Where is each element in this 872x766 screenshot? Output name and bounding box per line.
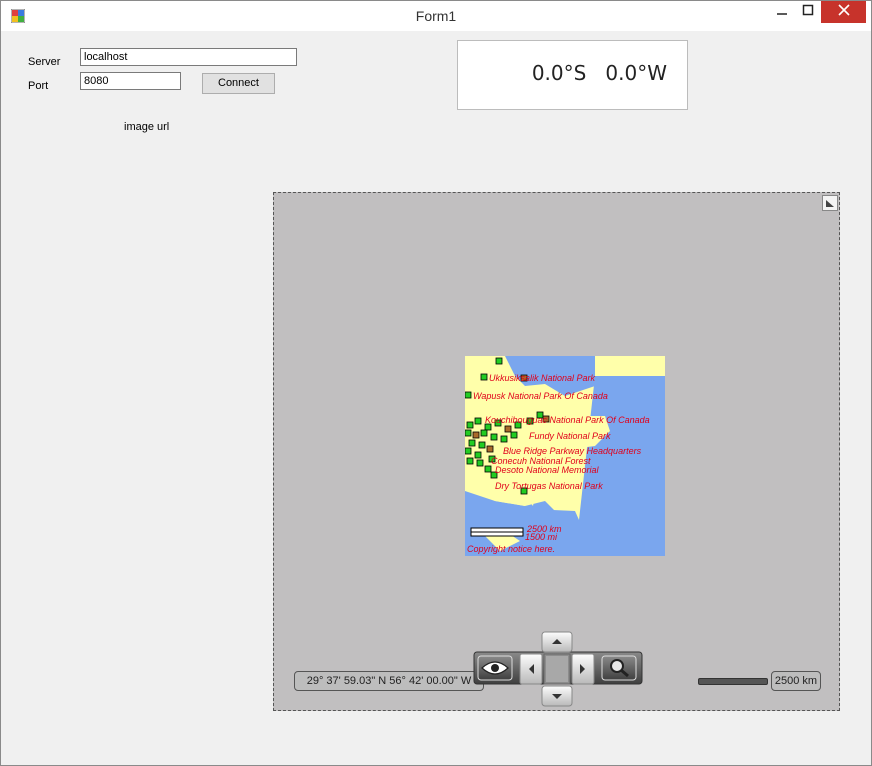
- map-label: Kouchibouguac National Park Of Canada: [485, 415, 650, 425]
- map-marker[interactable]: [466, 421, 474, 429]
- overview-toggle-button[interactable]: [822, 195, 838, 211]
- map-marker[interactable]: [484, 465, 492, 473]
- zoom-button[interactable]: [601, 655, 637, 681]
- server-label: Server: [28, 56, 61, 68]
- port-label: Port: [28, 80, 49, 92]
- close-button[interactable]: [821, 1, 866, 23]
- map-label: Wapusk National Park Of Canada: [473, 391, 608, 401]
- map-view[interactable]: Ukkusiksalik National Park Wapusk Nation…: [273, 192, 840, 711]
- map-label: Desoto National Memorial: [495, 465, 600, 475]
- map-marker[interactable]: [465, 447, 472, 455]
- map-marker[interactable]: [474, 451, 482, 459]
- map-label: Dry Tortugas National Park: [495, 481, 603, 491]
- map-marker[interactable]: [465, 429, 472, 437]
- server-input[interactable]: localhost: [80, 48, 297, 66]
- map-marker[interactable]: [465, 391, 472, 399]
- map-marker[interactable]: [510, 431, 518, 439]
- scale-mi-label: 1500 mi: [525, 532, 558, 542]
- copyright-notice: Copyright notice here.: [467, 544, 555, 554]
- window-title: Form1: [415, 8, 457, 24]
- map-marker[interactable]: [486, 445, 494, 453]
- longitude-value: 0.0°W: [605, 61, 667, 85]
- map-label: Ukkusiksalik National Park: [489, 373, 596, 383]
- navigation-control[interactable]: [472, 630, 644, 708]
- pan-down-button[interactable]: [541, 685, 573, 707]
- map-marker[interactable]: [490, 433, 498, 441]
- map-label: Blue Ridge Parkway Headquarters: [503, 446, 642, 456]
- scale-bar: [698, 678, 768, 685]
- map-marker[interactable]: [474, 417, 482, 425]
- coordinate-panel: 0.0°S 0.0°W: [457, 40, 688, 110]
- port-input[interactable]: 8080: [80, 72, 181, 90]
- map-marker[interactable]: [504, 425, 512, 433]
- map-label: Fundy National Park: [529, 431, 611, 441]
- map-marker[interactable]: [478, 441, 486, 449]
- map-tile[interactable]: Ukkusiksalik National Park Wapusk Nation…: [465, 356, 665, 556]
- pan-center-button[interactable]: [543, 653, 571, 685]
- scale-readout: 2500 km: [771, 671, 821, 691]
- map-marker[interactable]: [472, 431, 480, 439]
- image-url-label: image url: [124, 121, 170, 133]
- minimize-icon: [777, 13, 787, 15]
- view-eye-button[interactable]: [477, 655, 513, 681]
- corner-triangle-icon: [826, 200, 834, 207]
- maximize-button[interactable]: [793, 1, 823, 23]
- pan-up-button[interactable]: [541, 631, 573, 653]
- latitude-value: 0.0°S: [531, 61, 587, 85]
- coordinate-display: 0.0°S 0.0°W: [532, 61, 667, 85]
- close-icon: [837, 4, 850, 16]
- main-window: Form1 Server localhost Port 8080 Connect…: [0, 0, 872, 766]
- map-marker[interactable]: [480, 373, 488, 381]
- coordinate-readout: 29° 37' 59.03" N 56° 42' 00.00" W: [294, 671, 484, 691]
- map-marker[interactable]: [500, 435, 508, 443]
- greenland-land: [595, 356, 665, 376]
- map-marker[interactable]: [495, 357, 503, 365]
- map-marker[interactable]: [466, 457, 474, 465]
- pan-left-button[interactable]: [519, 653, 543, 685]
- maximize-icon: [802, 4, 814, 16]
- map-marker[interactable]: [476, 459, 484, 467]
- title-bar: Form1: [1, 1, 871, 31]
- map-marker[interactable]: [468, 439, 476, 447]
- map-marker[interactable]: [480, 429, 488, 437]
- pan-right-button[interactable]: [571, 653, 595, 685]
- connect-button[interactable]: Connect: [202, 73, 275, 94]
